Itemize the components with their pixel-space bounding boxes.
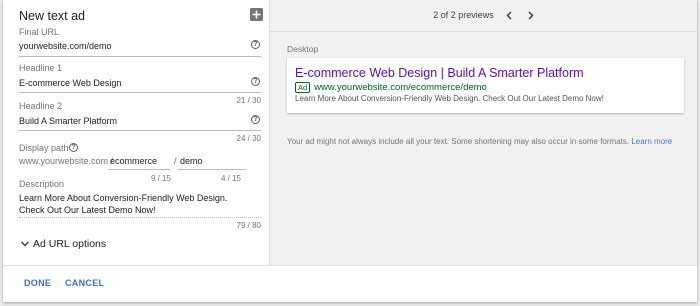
ad-url-options-label: Ad URL options	[33, 238, 107, 250]
preview-disclaimer: Your ad might not always include all you…	[287, 137, 672, 146]
chevron-right-icon[interactable]	[526, 11, 535, 20]
ad-preview-url: www.yourwebsite.com/ecommerce/demo	[314, 82, 487, 93]
display-path-1-counter: 9 / 15	[150, 174, 171, 183]
help-circle-icon[interactable]: ?	[69, 143, 78, 152]
headline1-label: Headline 1	[19, 63, 63, 73]
display-path-2-counter: 4 / 15	[220, 174, 241, 183]
disclaimer-text: Your ad might not always include all you…	[287, 137, 630, 146]
display-path-1-underline	[108, 169, 170, 170]
headline1-counter: 21 / 30	[236, 96, 261, 105]
headline2-underline	[19, 130, 261, 131]
ad-url-options-toggle[interactable]: Ad URL options	[20, 238, 106, 250]
headline1-input[interactable]: E-commerce Web Design	[19, 78, 121, 88]
description-counter: 79 / 80	[236, 221, 261, 230]
final-url-input[interactable]: yourwebsite.com/demo	[19, 41, 112, 51]
preview-nav: 2 of 2 previews	[270, 10, 698, 20]
description-input[interactable]: Learn More About Conversion-Friendly Web…	[19, 192, 249, 216]
final-url-underline	[19, 56, 261, 57]
done-button[interactable]: DONE	[24, 278, 51, 288]
headline2-input[interactable]: Build A Smarter Platform	[19, 116, 117, 126]
ad-preview-headline: E-commerce Web Design | Build A Smarter …	[295, 66, 584, 80]
cancel-button[interactable]: CANCEL	[65, 278, 104, 288]
final-url-label: Final URL	[19, 27, 60, 37]
display-path-separator: /	[174, 156, 177, 166]
display-path-label: Display path	[19, 143, 69, 153]
help-circle-icon[interactable]: ?	[251, 115, 260, 124]
dialog-footer	[3, 265, 697, 302]
chevron-left-icon[interactable]	[505, 11, 514, 20]
add-box-icon[interactable]	[250, 8, 263, 21]
device-label: Desktop	[287, 44, 319, 54]
chevron-down-icon	[20, 241, 30, 247]
help-circle-icon[interactable]: ?	[251, 40, 260, 49]
preview-nav-divider	[270, 31, 698, 32]
ad-preview-url-row: Ad www.yourwebsite.com/ecommerce/demo	[295, 82, 487, 93]
headline1-underline	[19, 92, 261, 93]
display-path-2-underline	[178, 169, 246, 170]
help-circle-icon[interactable]: ?	[251, 77, 260, 86]
preview-panel: 2 of 2 previews Desktop E-commerce Web D…	[269, 0, 698, 265]
description-label: Description	[19, 179, 65, 189]
display-path-2-input[interactable]: demo	[180, 156, 203, 166]
description-underline	[19, 217, 261, 218]
ad-preview-description: Learn More About Conversion-Friendly Web…	[295, 94, 604, 103]
learn-more-link[interactable]: Learn more	[631, 137, 672, 146]
form-title: New text ad	[19, 9, 86, 23]
display-path-1-input[interactable]: ecommerce	[110, 156, 157, 166]
headline2-label: Headline 2	[19, 101, 63, 111]
ad-form-panel: New text ad Final URL yourwebsite.com/de…	[3, 0, 269, 265]
preview-count: 2 of 2 previews	[433, 10, 494, 20]
ad-preview-card: E-commerce Web Design | Build A Smarter …	[287, 58, 684, 113]
ad-badge: Ad	[295, 82, 311, 93]
display-path-base: www.yourwebsite.com /	[19, 156, 114, 166]
headline2-counter: 24 / 30	[236, 134, 261, 143]
ad-editor-dialog: New text ad Final URL yourwebsite.com/de…	[3, 0, 698, 302]
